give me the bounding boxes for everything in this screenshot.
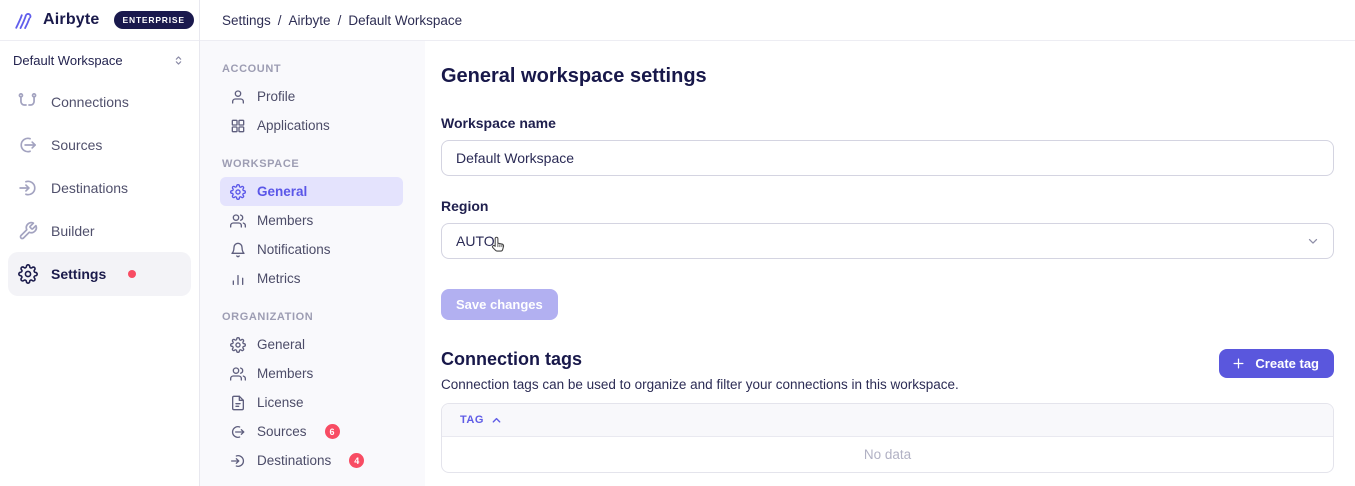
tags-table: TAG No data [441,403,1334,473]
create-tag-button[interactable]: Create tag [1219,349,1334,378]
table-empty-state: No data [442,437,1333,472]
settings-nav-item-applications[interactable]: Applications [220,111,403,140]
sidebar-item-destinations[interactable]: Destinations [0,166,199,209]
tag-column-label: TAG [460,414,484,426]
section-heading-account: ACCOUNT [200,63,425,82]
grid-icon [230,118,246,134]
sidebar-item-builder[interactable]: Builder [0,209,199,252]
section-heading-workspace: WORKSPACE [200,158,425,177]
region-select[interactable]: AUTO [441,223,1334,259]
settings-nav-label: Notifications [257,242,331,257]
sidebar-item-label: Connections [51,94,129,110]
section-heading-organization: ORGANIZATION [200,311,425,330]
settings-nav-item-org-members[interactable]: Members [220,359,403,388]
airbyte-logo-icon [13,9,35,31]
user-icon [230,89,246,105]
workspace-selector[interactable]: Default Workspace [0,41,199,80]
settings-nav-label: Members [257,366,313,381]
settings-nav-label: General [257,337,305,352]
destinations-count-badge: 4 [349,453,364,468]
settings-nav-label: License [257,395,304,410]
sidebar-item-label: Builder [51,223,95,239]
brand-name: Airbyte [43,11,100,29]
connections-icon [17,91,38,112]
sidebar-item-label: Settings [51,266,106,282]
right-zone: Settings / Airbyte / Default Workspace A… [200,0,1355,486]
primary-sidebar: Airbyte ENTERPRISE Default Workspace Con… [0,0,200,486]
workspace-name-label: Workspace name [441,115,1334,131]
region-selected-value: AUTO [456,233,495,249]
settings-nav-item-workspace-members[interactable]: Members [220,206,403,235]
logo-row: Airbyte ENTERPRISE [0,0,199,41]
settings-nav: ACCOUNT Profile [200,41,425,486]
connection-tags-header-text: Connection tags Connection tags can be u… [441,349,959,392]
settings-nav-label: Destinations [257,453,331,468]
source-icon [230,424,246,440]
gear-icon [17,264,38,285]
settings-nav-item-workspace-general[interactable]: General [220,177,403,206]
updown-chevron-icon [172,54,185,67]
breadcrumb-default-workspace[interactable]: Default Workspace [348,13,462,28]
notification-dot [128,270,136,278]
bell-icon [230,242,246,258]
settings-nav-label: General [257,184,307,199]
chevron-down-icon [1306,234,1320,248]
settings-nav-item-profile[interactable]: Profile [220,82,403,111]
sidebar-item-settings[interactable]: Settings [8,252,191,296]
users-icon [230,366,246,382]
breadcrumb-airbyte[interactable]: Airbyte [289,13,331,28]
breadcrumb-separator: / [278,13,282,28]
settings-nav-item-org-sources[interactable]: Sources 6 [220,417,403,446]
settings-nav-label: Applications [257,118,330,133]
sidebar-item-sources[interactable]: Sources [0,123,199,166]
settings-nav-label: Metrics [257,271,301,286]
settings-nav-item-license[interactable]: License [220,388,403,417]
sources-count-badge: 6 [325,424,340,439]
sidebar-item-label: Sources [51,137,102,153]
source-icon [17,134,38,155]
topbar: Settings / Airbyte / Default Workspace [200,0,1355,41]
workspace-name-input[interactable] [441,140,1334,176]
users-icon [230,213,246,229]
gear-icon [230,337,246,353]
gear-icon [230,184,246,200]
breadcrumb-settings[interactable]: Settings [222,13,271,28]
page-title: General workspace settings [441,65,1334,88]
settings-nav-item-org-general[interactable]: General [220,330,403,359]
sort-ascending-icon [491,415,502,426]
app-window: Airbyte ENTERPRISE Default Workspace Con… [0,0,1355,486]
bar-chart-icon [230,271,246,287]
main-content: General workspace settings Workspace nam… [425,41,1355,486]
destination-icon [230,453,246,469]
plus-icon [1231,356,1246,371]
tag-column-header[interactable]: TAG [442,404,1333,437]
settings-nav-label: Members [257,213,313,228]
destination-icon [17,177,38,198]
settings-nav-item-org-destinations[interactable]: Destinations 4 [220,446,403,475]
settings-nav-item-notifications[interactable]: Notifications [220,235,403,264]
settings-nav-label: Sources [257,424,307,439]
primary-nav: Connections Sources Destinations [0,80,199,296]
sidebar-item-connections[interactable]: Connections [0,80,199,123]
license-icon [230,395,246,411]
enterprise-badge: ENTERPRISE [114,11,194,29]
breadcrumb-separator: / [338,13,342,28]
settings-nav-item-metrics[interactable]: Metrics [220,264,403,293]
settings-nav-label: Profile [257,89,295,104]
create-tag-label: Create tag [1255,356,1319,371]
region-label: Region [441,198,1334,214]
connection-tags-description: Connection tags can be used to organize … [441,377,959,392]
workspace-selector-label: Default Workspace [13,53,123,68]
wrench-icon [17,220,38,241]
connection-tags-title: Connection tags [441,349,959,370]
save-changes-button[interactable]: Save changes [441,289,558,320]
sidebar-item-label: Destinations [51,180,128,196]
breadcrumb: Settings / Airbyte / Default Workspace [222,13,462,28]
